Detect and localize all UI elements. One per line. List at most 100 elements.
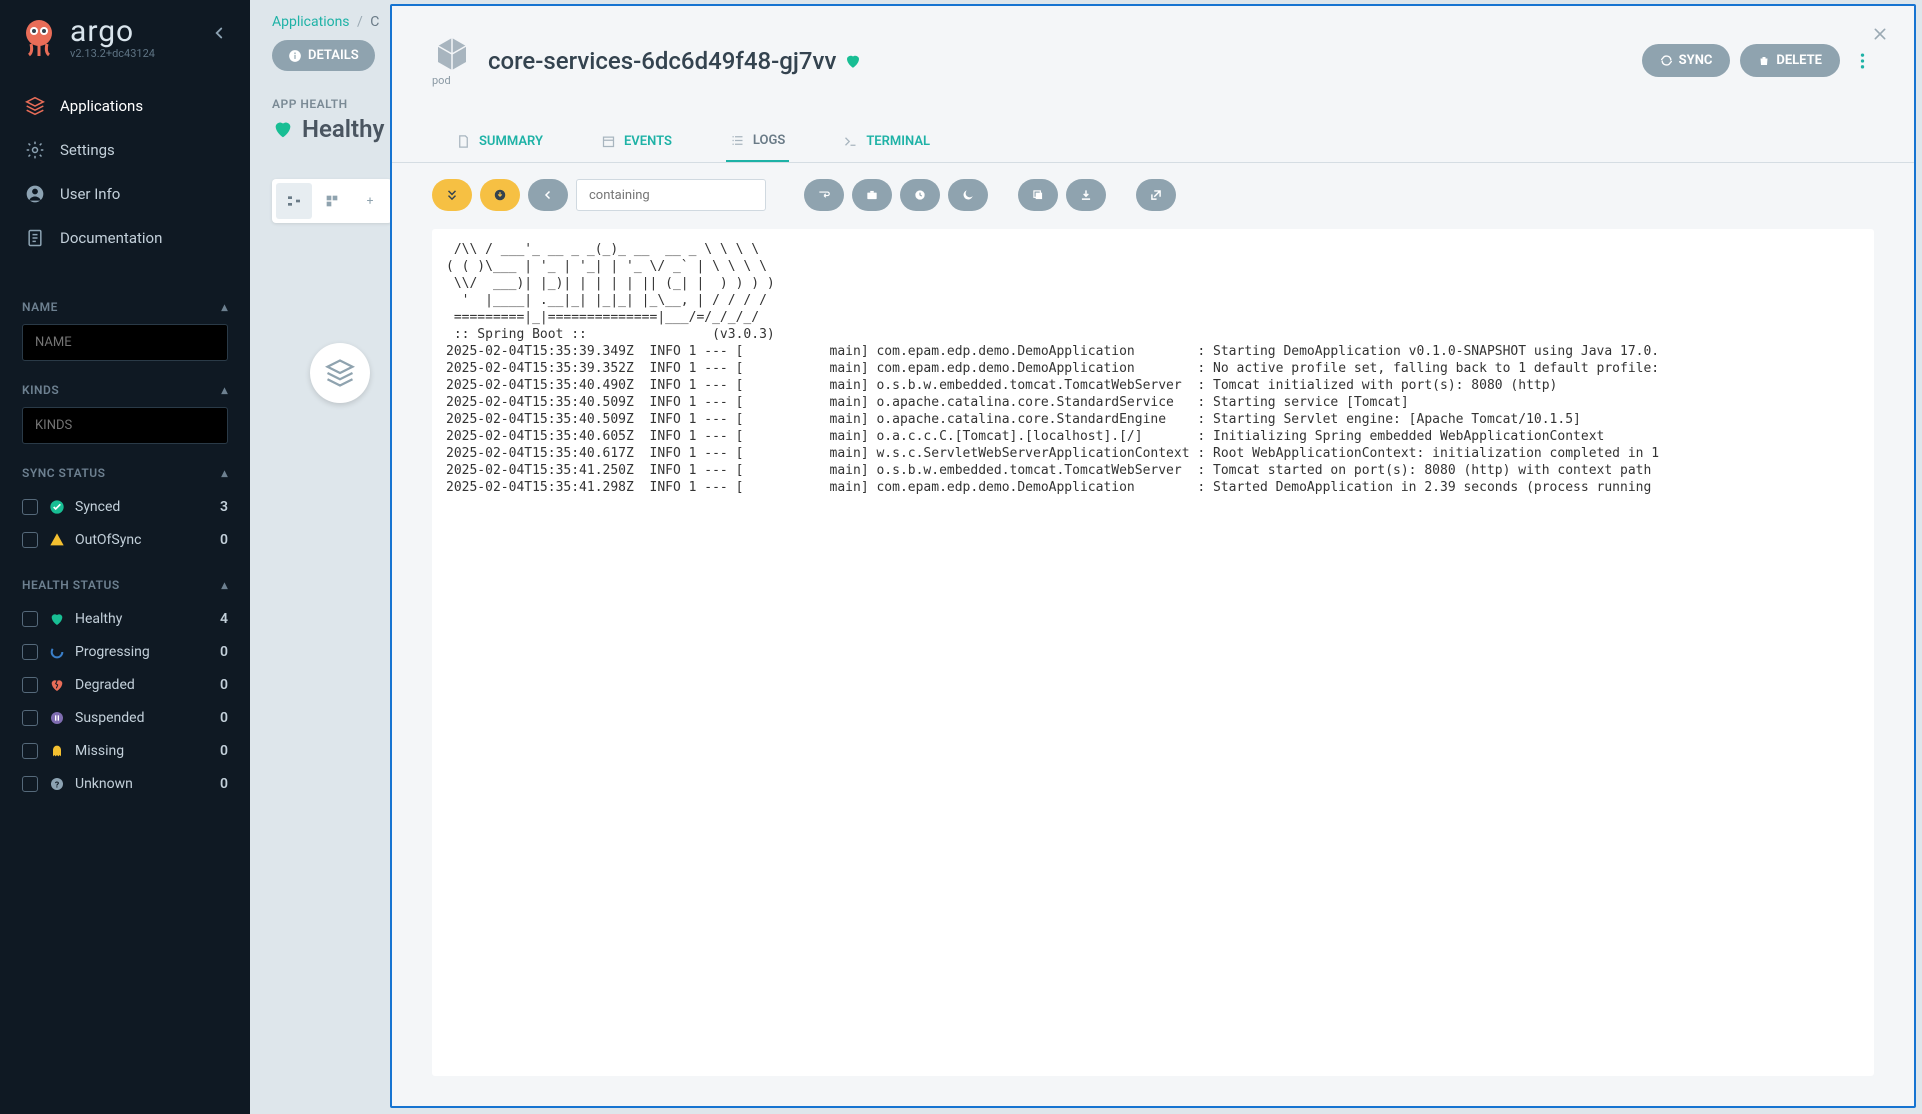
tab-summary[interactable]: SUMMARY: [452, 121, 547, 162]
chevron-left-icon: [542, 189, 554, 201]
sidebar-collapse-button[interactable]: [210, 24, 228, 42]
chevron-up-icon[interactable]: ▴: [221, 578, 228, 592]
filter-healthy-count: 4: [220, 611, 228, 627]
filter-suspended[interactable]: Suspended0: [22, 701, 228, 734]
chevron-up-icon[interactable]: ▴: [221, 383, 228, 397]
chevrons-down-icon: [445, 188, 459, 202]
checkbox[interactable]: [22, 611, 38, 627]
filter-kinds-input[interactable]: [22, 407, 228, 444]
filter-health-label: HEALTH STATUS: [22, 578, 120, 592]
more-actions-button[interactable]: [1850, 46, 1874, 76]
app-root-node[interactable]: [310, 343, 370, 403]
log-filter-input[interactable]: [576, 179, 766, 211]
panel-actions: SYNC DELETE: [1642, 44, 1874, 77]
nav-userinfo[interactable]: User Info: [0, 172, 250, 216]
filter-unknown-label: Unknown: [75, 776, 133, 792]
filter-name-section: NAME ▴: [0, 300, 250, 361]
checkbox[interactable]: [22, 743, 38, 759]
sidebar-nav: Applications Settings User Info Document…: [0, 72, 250, 278]
chevron-up-icon[interactable]: ▴: [221, 466, 228, 480]
nav-applications-label: Applications: [60, 97, 143, 115]
pod-icon: [432, 34, 474, 76]
breadcrumb-root[interactable]: Applications: [272, 14, 350, 30]
tab-logs-label: LOGS: [753, 133, 785, 148]
view-network-button[interactable]: +: [352, 183, 388, 219]
filter-degraded[interactable]: Degraded 0: [22, 668, 228, 701]
copy-button[interactable]: [1018, 179, 1058, 211]
list-icon: [730, 133, 745, 148]
synced-icon: [48, 498, 65, 515]
tab-logs[interactable]: LOGS: [726, 121, 789, 162]
details-button[interactable]: DETAILS: [272, 40, 375, 71]
checkbox[interactable]: [22, 532, 38, 548]
sync-button[interactable]: SYNC: [1642, 44, 1731, 77]
checkbox[interactable]: [22, 644, 38, 660]
tab-terminal-label: TERMINAL: [866, 134, 930, 149]
file-icon: [456, 134, 471, 149]
filter-progressing[interactable]: Progressing0: [22, 635, 228, 668]
filter-degraded-count: 0: [220, 677, 228, 693]
brand-version: v2.13.2+dc43124: [70, 47, 155, 60]
heart-icon: [272, 118, 294, 140]
svg-text:+: +: [367, 193, 374, 207]
logo-row: argo v2.13.2+dc43124: [0, 0, 250, 72]
nav-applications[interactable]: Applications: [0, 84, 250, 128]
sidebar: argo v2.13.2+dc43124 Applications Settin…: [0, 0, 250, 1114]
log-toolbar: [392, 163, 1914, 223]
scroll-bottom-button[interactable]: [480, 179, 520, 211]
log-viewer[interactable]: /\\ / ___'_ __ _ _(_)_ __ __ _ \ \ \ \ (…: [432, 229, 1874, 1076]
filter-unknown[interactable]: ? Unknown 0: [22, 767, 228, 800]
follow-button[interactable]: [432, 179, 472, 211]
filter-degraded-label: Degraded: [75, 677, 135, 693]
sync-button-label: SYNC: [1679, 53, 1713, 68]
filter-outofsync[interactable]: OutOfSync 0: [22, 523, 228, 556]
tab-terminal[interactable]: TERMINAL: [839, 121, 934, 162]
container-button[interactable]: [852, 179, 892, 211]
filter-progressing-count: 0: [220, 644, 228, 660]
filter-missing-count: 0: [220, 743, 228, 759]
download-button[interactable]: [1066, 179, 1106, 211]
kind-label: pod: [432, 74, 488, 87]
nav-documentation[interactable]: Documentation: [0, 216, 250, 260]
filter-unknown-count: 0: [220, 776, 228, 792]
filter-kinds-section: KINDS ▴: [0, 383, 250, 444]
view-tree-button[interactable]: [276, 183, 312, 219]
checkbox[interactable]: [22, 677, 38, 693]
layers-icon: [325, 358, 355, 388]
filter-healthy[interactable]: Healthy 4: [22, 602, 228, 635]
panel-header: pod core-services-6dc6d49f48-gj7vv SYNC …: [392, 6, 1914, 101]
nav-userinfo-label: User Info: [60, 185, 120, 203]
filter-healthy-label: Healthy: [75, 611, 122, 627]
filter-outofsync-label: OutOfSync: [75, 532, 141, 548]
checkbox[interactable]: [22, 710, 38, 726]
timestamps-button[interactable]: [900, 179, 940, 211]
filter-synced[interactable]: Synced 3: [22, 490, 228, 523]
tab-events[interactable]: EVENTS: [597, 121, 676, 162]
checkbox[interactable]: [22, 499, 38, 515]
prev-button[interactable]: [528, 179, 568, 211]
chevron-up-icon[interactable]: ▴: [221, 300, 228, 314]
trash-icon: [1758, 55, 1770, 67]
doc-icon: [24, 227, 46, 249]
title-wrap: core-services-6dc6d49f48-gj7vv: [488, 47, 1642, 75]
filter-missing[interactable]: Missing0: [22, 734, 228, 767]
nav-settings-label: Settings: [60, 141, 115, 159]
wrap-button[interactable]: [804, 179, 844, 211]
breadcrumb-sep: /: [357, 14, 363, 30]
fullscreen-button[interactable]: [1136, 179, 1176, 211]
checkbox[interactable]: [22, 776, 38, 792]
svg-text:?: ?: [54, 780, 58, 790]
view-pods-button[interactable]: [314, 183, 350, 219]
nav-settings[interactable]: Settings: [0, 128, 250, 172]
delete-button[interactable]: DELETE: [1740, 44, 1840, 77]
pause-icon: [48, 709, 65, 726]
filter-name-label: NAME: [22, 300, 58, 314]
dark-mode-button[interactable]: [948, 179, 988, 211]
filter-name-input[interactable]: [22, 324, 228, 361]
filter-kinds-label: KINDS: [22, 383, 59, 397]
argo-logo-icon: [18, 16, 60, 58]
filter-synced-count: 3: [220, 499, 228, 515]
nav-documentation-label: Documentation: [60, 229, 162, 247]
close-button[interactable]: [1872, 26, 1888, 42]
tab-events-label: EVENTS: [624, 134, 672, 149]
